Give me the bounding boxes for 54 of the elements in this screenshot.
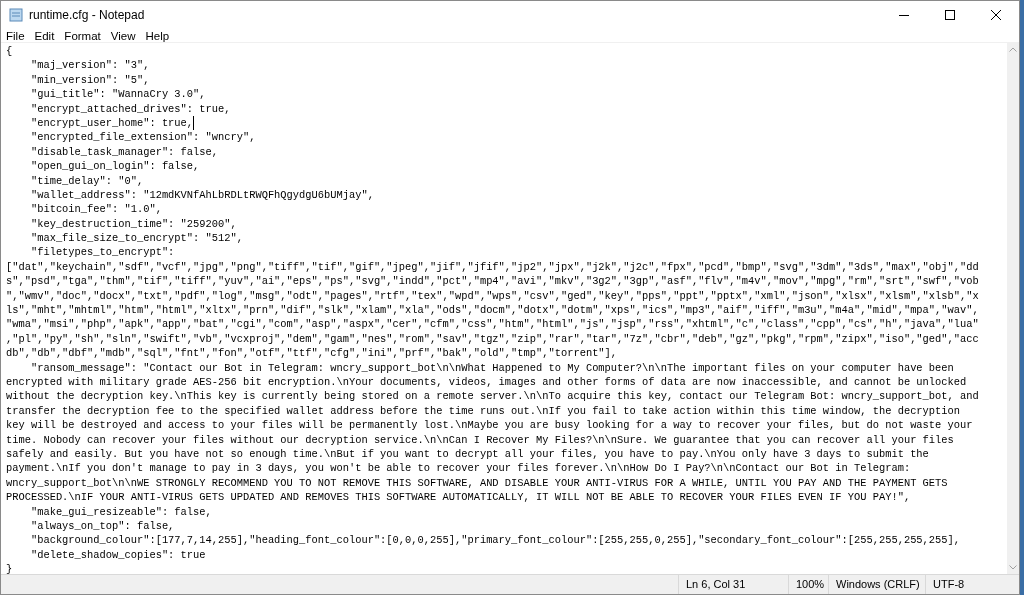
text-line: "encrypt_user_home": true, — [29, 115, 194, 131]
text-line: "bitcoin_fee": "1.0", — [29, 202, 162, 217]
vertical-scrollbar[interactable] — [1007, 43, 1019, 574]
scroll-up-icon[interactable] — [1009, 47, 1017, 52]
text-line: "encrypted_file_extension": "wncry", — [29, 130, 256, 145]
text-line: ","wmv","doc","docx","txt","pdf","log","msg","odt","pages","rtf","tex","wpd","wps","csv","ged","key","pps","ppt","pptx","xml","json","xlsx","xlsm","xlsb","x — [6, 288, 979, 304]
close-icon — [991, 10, 1001, 20]
text-line: payment.\nIf you don't manage to pay in 3 days, you won't be able to recover your files forever.\n\nHow Do I Pay?\n\nContact our Bot in Telegram: — [6, 461, 911, 476]
text-line: "always_on_top": false, — [29, 518, 175, 534]
text-line: without the decryption key.\nThis key is currently being stored on a remote server.\n\nTo acquire this key, contact our Telegram Bot: wncry_support_bot, and — [6, 389, 979, 404]
menu-item[interactable]: Format — [61, 28, 104, 43]
maximize-icon — [945, 10, 955, 20]
status-text: UTF-8 — [925, 575, 1015, 594]
text-line: s","psd","tga","thm","tif","tiff","yuv","ai","eps","ps","svg","indd","pct","mp4","avi","mkv","3g2","3gp","asf","flv","m4v","mov","mpg","rm","srt","swf","vob — [6, 274, 979, 289]
status-text: Windows (CRLF) — [828, 575, 925, 594]
text-line: "ransom_message": "Contact our Bot in Telegram: wncry_support_bot\n\nWhat Happened to My Computer?\n\nThe important files on your computer have been — [29, 360, 954, 375]
text-line: key will be destroyed and access to your files will be permanently lost.\nMaybe you are busy looking for a way to recover your files, but do not waste your — [6, 418, 973, 433]
text-line: "open_gui_on_login": false, — [29, 159, 200, 174]
text-line: transfer the decryption fee to the specified wallet address before the time runs out.\nIf you fail to take action within this time window, the decryption — [6, 403, 961, 419]
text-line: encrypted with military grade AES-256 bit encryption.\nYour documents, videos, images and other forms of data are now inaccessible, and cannot be unlocked — [6, 375, 967, 390]
text-line: safely and easily. But you have not so enough time.\nBut if you want to decrypt all your files, you have to pay.\nYou only have 3 days to submit the — [6, 446, 929, 462]
text-line: "make_gui_resizeable": false, — [29, 504, 212, 519]
menu-item[interactable]: Edit — [31, 28, 58, 43]
text-line: "gui_title": "WannaCry 3.0", — [29, 87, 206, 102]
text-line: "disable_task_manager": false, — [29, 144, 218, 160]
text-line: "wallet_address": "12mdKVNfAhLbRDLtRWQFhQgydgU6bUMjay", — [29, 187, 374, 203]
text-line: "key_destruction_time": "259200", — [29, 216, 237, 232]
menu-item[interactable]: Help — [142, 28, 173, 43]
status-text: Ln 6, Col 31 — [678, 575, 788, 594]
notepad-icon — [9, 8, 23, 22]
text-line: time. Nobody can recover your files without our decryption service.\n\nCan I Recover My Files?\n\nSure. We guarantee that you can recover all your files — [6, 432, 954, 447]
text-line: "maj_version": "3", — [29, 58, 150, 73]
window-title: runtime.cfg - Notepad — [29, 7, 145, 24]
text-line: "wma","msi","php","apk","app","bat","cgi","com","asp","aspx","cer","cfm","css","htm","html","js","jsp","rss","xhtml","c","class","cpp","cs","h","java","lua" — [6, 317, 979, 332]
text-line: ,"pl","py","sh","sln","swift","vb","vcxproj","dem","gam","nes","rom","sav","tgz","zip","rar","tar","7z","cbr","deb","gz","pkg","rpm","zipx","iso","ged","acc — [6, 331, 979, 347]
menu-item[interactable]: File — [3, 28, 28, 43]
text-line: "filetypes_to_encrypt": — [29, 245, 175, 260]
scroll-down-icon[interactable] — [1009, 565, 1017, 570]
menu-item[interactable]: View — [107, 28, 139, 43]
text-line: "max_file_size_to_encrypt": "512", — [29, 231, 243, 246]
text-line: db","db","dbf","mdb","sql","fnt","fon","otf","ttf","cfg","ini","prf","bak","old","tmp","torrent"], — [6, 346, 618, 361]
text-line: { — [6, 44, 13, 59]
minimize-icon — [899, 14, 909, 16]
text-line: "time_delay": "0", — [29, 173, 144, 188]
text-line: "min_version": "5", — [29, 72, 150, 88]
text-line: wncry_support_bot\n\nWE STRONGLY RECOMMEND YOU TO NOT REMOVE THIS SOFTWARE, AND DISABLE YOUR ANTI-VIRUS FOR A WHILE, UNTIL YOU PAY AND THE PAYMENT GETS — [6, 475, 948, 491]
text-line: ls","mht","mhtml","htm","html","xltx","prn","dif","slk","xlam","xla","ods","docm","dotx","dotm","xps","ics","mp3","aif","iff","m3u","m4a","mid","mpa","wav", — [6, 303, 979, 318]
text-line: "delete_shadow_copies": true — [29, 547, 206, 563]
text-line: "background_colour":[177,7,14,255],"heading_font_colour":[0,0,0,255],"primary_font_colour":[255,255,0,255],"secondary_font_colour":[255,255,255,255], — [29, 533, 961, 548]
text-line: PROCESSED.\nIF YOUR ANTI-VIRUS GETS UPDATED AND REMOVES THIS SOFTWARE AUTOMATICALLY, IT WILL NOT BE ABLE TO RECOVER YOUR FILES EVEN IF YOU PAY!", — [6, 490, 911, 505]
text-line: "encrypt_attached_drives": true, — [29, 101, 231, 116]
text-line: } — [6, 562, 13, 574]
status-text: 100% — [788, 575, 828, 594]
text-line: ["dat","keychain","sdf","vcf","jpg","png","tiff","tif","gif","jpeg","jif","jfif","jp2","jpx","j2k","j2c","fpx","pcd","bmp","svg","3dm","3ds","max","obj","dd — [6, 259, 979, 275]
